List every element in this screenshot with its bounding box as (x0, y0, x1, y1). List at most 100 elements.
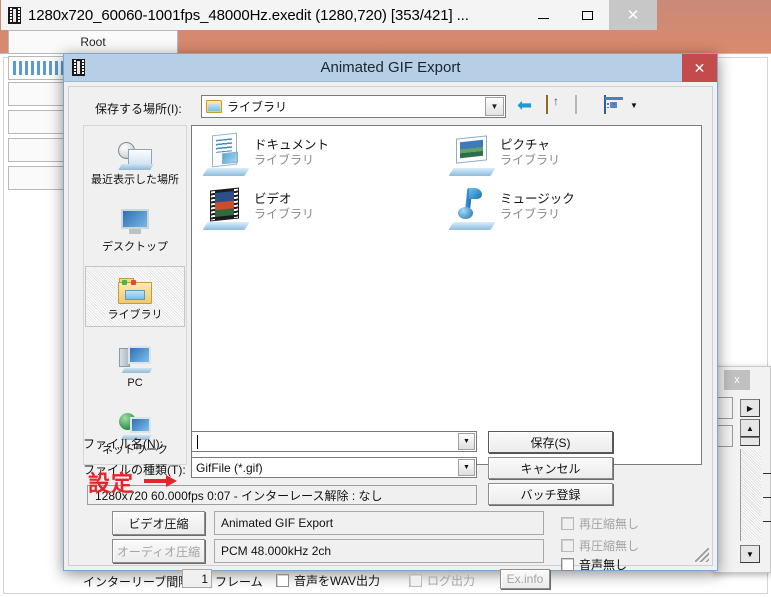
minimize-button[interactable] (521, 0, 565, 30)
up-folder-icon[interactable] (546, 95, 566, 115)
wav-output-checkbox[interactable]: 音声をWAV出力 (276, 572, 380, 589)
sidebar-item-libraries[interactable]: ライブラリ (85, 266, 185, 327)
log-output-checkbox[interactable]: ログ出力 (409, 572, 475, 589)
log-output-label: ログ出力 (427, 574, 476, 588)
list-item-name: ビデオ (254, 192, 292, 206)
right-panel-up-button[interactable]: ▲ (740, 419, 760, 437)
filename-label: ファイル名(N): (83, 437, 163, 451)
sidebar-item-label: PC (127, 377, 143, 389)
dialog-body: 保存する場所(I): ライブラリ ▼ ⬅ ▼ (68, 86, 713, 589)
dialog-title: Animated GIF Export (320, 59, 461, 76)
interleave-input[interactable]: 1 (182, 569, 212, 588)
resize-grip[interactable] (695, 548, 709, 562)
back-icon[interactable]: ⬅ (517, 96, 537, 115)
right-panel-close-button[interactable]: x (724, 370, 750, 390)
dialog-close-button[interactable]: ✕ (682, 54, 717, 82)
wav-output-label: 音声をWAV出力 (294, 574, 380, 588)
music-library-icon (448, 188, 496, 230)
filename-input[interactable]: ▼ (191, 431, 477, 452)
no-audio-checkbox[interactable]: 音声無し (561, 556, 627, 573)
library-folder-icon (206, 100, 222, 113)
list-item-name: ミュージック (500, 192, 575, 206)
desktop-icon (85, 203, 185, 237)
checkbox-box (409, 574, 422, 587)
screen: x ▶ ▲ ▼ 1280x720_60060-1001fps_48000Hz.e… (0, 0, 771, 597)
computer-icon (85, 339, 185, 373)
audio-codec-value: PCM 48.000kHz 2ch (214, 539, 544, 563)
places-bar: 最近表示した場所 デスクトップ ライブラリ PC ネットワーク (83, 125, 187, 465)
video-codec-value: Animated GIF Export (214, 511, 544, 535)
look-in-row: 保存する場所(I): ライブラリ ▼ ⬅ ▼ (83, 95, 702, 119)
sidebar-item-network[interactable]: ネットワーク (85, 402, 185, 461)
right-panel-down-button[interactable]: ▼ (740, 545, 760, 563)
filetype-value: GifFile (*.gif) (196, 460, 263, 475)
list-item-name: ドキュメント (254, 138, 330, 152)
dialog-toolbar: ⬅ ▼ (517, 95, 638, 115)
right-panel-track[interactable] (740, 449, 771, 541)
chevron-down-icon[interactable]: ▼ (485, 97, 504, 116)
video-compression-button[interactable]: ビデオ圧縮 (112, 511, 205, 535)
cancel-button[interactable]: キャンセル (488, 457, 613, 479)
list-item[interactable]: ビデオ ライブラリ (202, 187, 444, 230)
checkbox-box (561, 558, 574, 571)
ex-info-button[interactable]: Ex.info (500, 569, 550, 589)
maximize-button[interactable] (565, 0, 609, 30)
videos-library-icon (202, 187, 250, 230)
chevron-down-icon[interactable]: ▼ (458, 459, 475, 476)
checkbox-box (276, 574, 289, 587)
sidebar-item-pc[interactable]: PC (85, 335, 185, 394)
annotation-arrow-icon (144, 475, 177, 487)
right-panel-play-button[interactable]: ▶ (740, 399, 760, 417)
libraries-folder-icon (86, 271, 184, 305)
main-window-titlebar[interactable]: 1280x720_60060-1001fps_48000Hz.exedit (1… (1, 0, 657, 30)
look-in-combobox[interactable]: ライブラリ ▼ (201, 95, 506, 118)
pictures-library-icon (448, 134, 496, 176)
background-panel-right[interactable]: x ▶ ▲ ▼ (713, 366, 771, 573)
video-no-recompress-checkbox[interactable]: 再圧縮無し (561, 515, 639, 532)
new-folder-icon[interactable] (575, 95, 595, 115)
annotation-label: 設定 (88, 471, 135, 496)
sidebar-item-label: 最近表示した場所 (91, 174, 179, 186)
look-in-value: ライブラリ (227, 100, 288, 114)
layer-row-root[interactable]: Root (8, 30, 178, 54)
sidebar-item-recent[interactable]: 最近表示した場所 (85, 132, 185, 191)
audio-no-recompress-label: 再圧縮無し (579, 539, 640, 553)
interleave-label: インターリーブ間隔 : (83, 575, 197, 589)
file-list[interactable]: ドキュメント ライブラリ ピクチャ ライブラリ ビデオ ライブラリ ミュージック… (191, 125, 702, 465)
checkbox-box (561, 539, 574, 552)
look-in-label: 保存する場所(I): (95, 102, 182, 116)
close-button[interactable]: ✕ (609, 0, 657, 30)
list-item[interactable]: ドキュメント ライブラリ (202, 132, 444, 176)
dialog-titlebar[interactable]: Animated GIF Export ✕ (64, 54, 717, 82)
text-caret (197, 434, 198, 449)
list-item-sub: ライブラリ (254, 207, 315, 221)
main-window-title: 1280x720_60060-1001fps_48000Hz.exedit (1… (28, 6, 469, 24)
list-item-name: ピクチャ (500, 138, 550, 152)
source-info-readout: 1280x720 60.000fps 0:07 - インターレース解除 : なし (87, 485, 477, 505)
documents-library-icon (202, 132, 250, 176)
view-mode-icon[interactable] (604, 95, 624, 115)
recent-places-icon (85, 136, 185, 170)
animated-gif-export-dialog[interactable]: Animated GIF Export ✕ 保存する場所(I): ライブラリ ▼… (63, 53, 718, 589)
list-item[interactable]: ミュージック ライブラリ (448, 188, 690, 230)
right-panel-small-button[interactable] (740, 437, 760, 446)
chevron-down-icon[interactable]: ▼ (630, 101, 638, 110)
audio-no-recompress-checkbox[interactable]: 再圧縮無し (561, 537, 639, 554)
chevron-down-icon[interactable]: ▼ (458, 433, 475, 450)
sidebar-item-desktop[interactable]: デスクトップ (85, 199, 185, 258)
checkbox-box (561, 517, 574, 530)
main-window-buttons: ✕ (521, 0, 657, 30)
audio-compression-button[interactable]: オーディオ圧縮 (112, 539, 205, 563)
video-no-recompress-label: 再圧縮無し (579, 517, 640, 531)
save-button[interactable]: 保存(S) (488, 431, 613, 453)
list-item-sub: ライブラリ (254, 153, 315, 167)
list-item-sub: ライブラリ (500, 207, 561, 221)
sidebar-item-label: デスクトップ (102, 241, 168, 253)
film-strip-icon (8, 6, 21, 24)
no-audio-label: 音声無し (579, 558, 628, 572)
interleave-unit: フレーム (215, 575, 263, 589)
batch-register-button[interactable]: バッチ登録 (488, 483, 613, 505)
list-item-sub: ライブラリ (500, 153, 561, 167)
filetype-combobox[interactable]: GifFile (*.gif) ▼ (191, 457, 477, 478)
list-item[interactable]: ピクチャ ライブラリ (448, 134, 690, 176)
